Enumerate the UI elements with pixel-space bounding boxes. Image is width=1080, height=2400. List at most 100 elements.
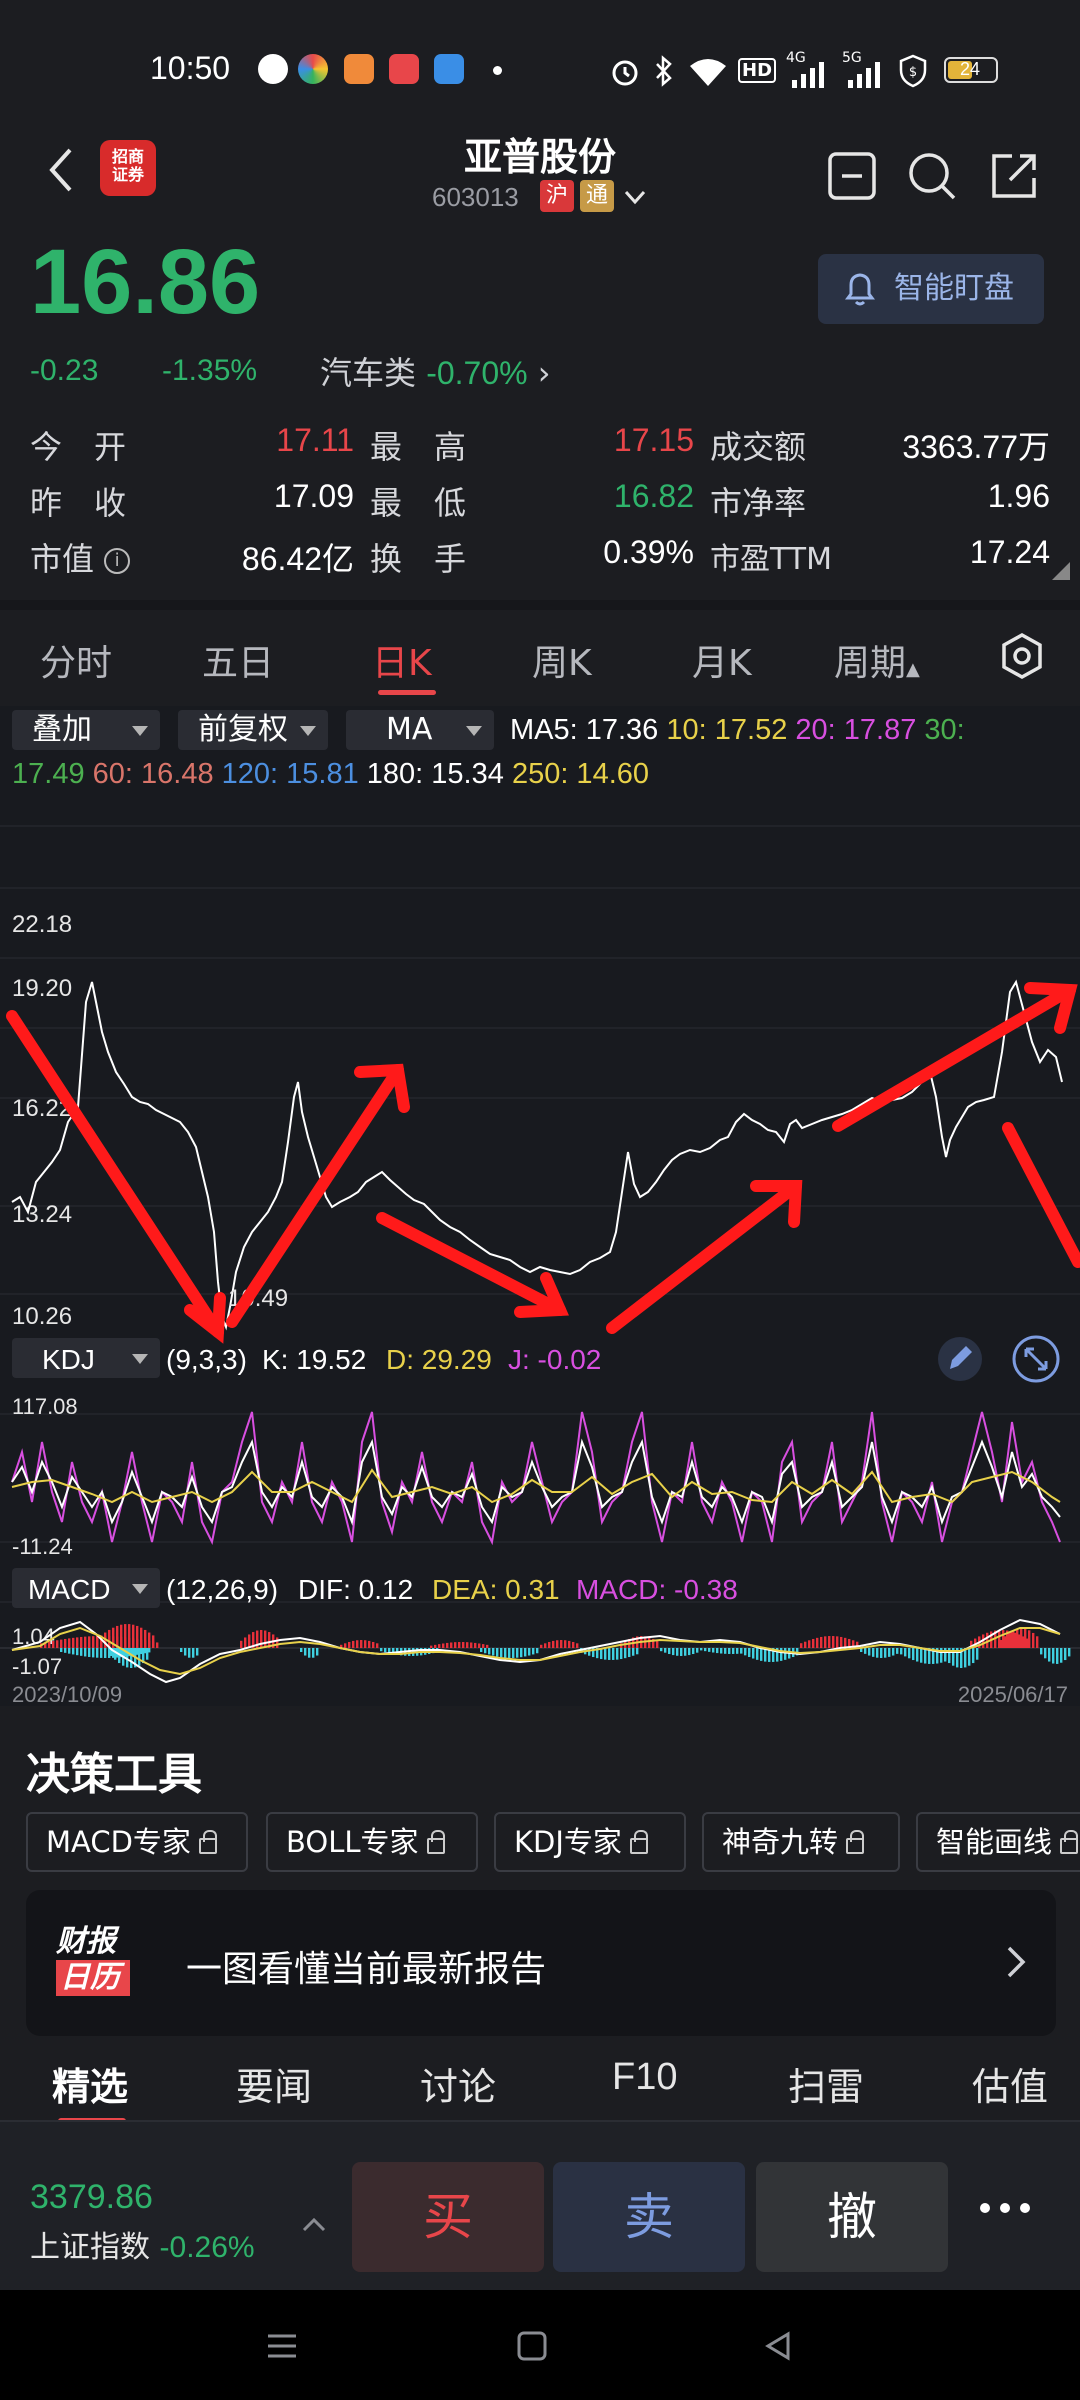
macd-bar xyxy=(52,1640,55,1648)
sell-button[interactable]: 卖 xyxy=(553,2162,745,2272)
macd-bar xyxy=(500,1648,503,1658)
macd-bar xyxy=(548,1641,551,1648)
expand-corner-icon[interactable] xyxy=(1052,562,1070,580)
macd-bar xyxy=(148,1632,151,1648)
tab-discussion[interactable]: 讨论 xyxy=(420,2056,496,2111)
tab-weekly-k[interactable]: 周K xyxy=(532,634,592,686)
macd-bar xyxy=(244,1637,247,1648)
macd-bar xyxy=(474,1642,477,1648)
price-axis-4: 13.24 xyxy=(12,1201,72,1228)
macd-bar xyxy=(60,1639,63,1648)
ma-dropdown[interactable]: MA xyxy=(346,710,494,750)
kline-chart-svg[interactable]: 22.18 19.20 16.22 13.24 10.26 10.49 KDJ … xyxy=(0,802,1080,1706)
recent-apps-icon[interactable] xyxy=(264,2328,300,2364)
signal-4g-icon xyxy=(792,62,824,88)
back-nav-icon[interactable] xyxy=(760,2328,796,2364)
macd-bar xyxy=(72,1648,75,1655)
macd-bar xyxy=(836,1636,839,1648)
tab-news[interactable]: 要闻 xyxy=(236,2056,312,2111)
macd-bar xyxy=(696,1648,699,1653)
tab-intraday[interactable]: 分时 xyxy=(40,634,112,686)
macd-bar xyxy=(920,1648,923,1663)
buy-button[interactable]: 买 xyxy=(352,2162,544,2272)
macd-bar xyxy=(864,1648,867,1654)
tool-kdj-expert[interactable]: KDJ专家 xyxy=(494,1812,686,1872)
smart-monitor-button[interactable]: 智能盯盘 xyxy=(818,254,1044,324)
macd-bar xyxy=(130,1648,133,1668)
macd-bar xyxy=(462,1642,465,1648)
macd-histogram xyxy=(40,1624,1071,1668)
macd-bar xyxy=(92,1636,95,1648)
lock-icon xyxy=(629,1830,648,1854)
sector-link[interactable]: 汽车类 -0.70% › xyxy=(320,348,551,394)
macd-bar xyxy=(712,1648,715,1653)
tool-boll-expert[interactable]: BOLL专家 xyxy=(266,1812,478,1872)
tab-daily-k[interactable]: 日K xyxy=(372,634,432,686)
macd-bar xyxy=(576,1643,579,1648)
toutiao-icon xyxy=(389,54,419,84)
chevron-down-icon[interactable] xyxy=(622,184,648,210)
macd-bar xyxy=(356,1640,359,1648)
macd-bar xyxy=(504,1648,507,1658)
tool-macd-expert[interactable]: MACD专家 xyxy=(26,1812,248,1872)
fullscreen-icon[interactable] xyxy=(1012,1335,1060,1383)
macd-bar xyxy=(908,1648,911,1659)
tool-magic-nine[interactable]: 神奇九转 xyxy=(702,1812,900,1872)
market-cap-label: 市值 i xyxy=(30,534,131,580)
tab-featured[interactable]: 精选 xyxy=(52,2056,128,2111)
overlay-dropdown[interactable]: 叠加 xyxy=(12,710,160,750)
tab-valuation[interactable]: 估值 xyxy=(972,2056,1048,2111)
macd-bar xyxy=(756,1648,759,1660)
macd-bar xyxy=(64,1638,67,1648)
macd-bar xyxy=(820,1636,823,1648)
tab-f10[interactable]: F10 xyxy=(612,2056,677,2099)
tab-period[interactable]: 周期▲ xyxy=(834,634,920,686)
macd-bar xyxy=(536,1648,539,1654)
price-axis-max: 22.18 xyxy=(12,911,72,938)
macd-bar xyxy=(832,1636,835,1648)
macd-bar xyxy=(648,1637,651,1648)
tab-five-day[interactable]: 五日 xyxy=(202,634,274,686)
tab-monthly-k[interactable]: 月K xyxy=(692,634,752,686)
macd-bar xyxy=(516,1648,519,1658)
info-icon[interactable]: i xyxy=(104,548,131,574)
macd-bar xyxy=(528,1648,531,1656)
macd-bar xyxy=(732,1648,735,1654)
macd-bar xyxy=(260,1630,263,1648)
macd-bar xyxy=(620,1648,623,1660)
home-icon[interactable] xyxy=(514,2328,550,2364)
macd-bar xyxy=(924,1648,927,1664)
search-icon[interactable] xyxy=(904,148,960,204)
share-icon[interactable] xyxy=(986,148,1042,204)
chevron-up-icon[interactable] xyxy=(300,2214,328,2234)
macd-bar xyxy=(624,1648,627,1659)
wifi-icon xyxy=(690,59,726,86)
macd-bar xyxy=(136,1625,139,1648)
app-icon xyxy=(344,54,374,84)
macd-bar xyxy=(146,1648,149,1660)
adjust-dropdown[interactable]: 前复权 xyxy=(178,710,328,750)
macd-bar xyxy=(1020,1628,1023,1648)
macd-bar xyxy=(1060,1648,1063,1663)
edit-icon[interactable] xyxy=(938,1337,982,1381)
earnings-report-banner[interactable]: 财报 日历 一图看懂当前最新报告 xyxy=(26,1890,1056,2036)
macd-bar xyxy=(1052,1648,1055,1664)
macd-bar xyxy=(1064,1648,1067,1661)
macd-bar xyxy=(972,1648,975,1664)
cancel-order-button[interactable]: 撤 xyxy=(756,2162,948,2272)
macd-bar xyxy=(892,1648,895,1656)
macd-bar xyxy=(692,1648,695,1655)
minimize-icon[interactable] xyxy=(824,148,880,204)
low-value: 16.82 xyxy=(613,478,694,514)
svg-text:$: $ xyxy=(909,65,917,80)
macd-params: (12,26,9) xyxy=(166,1574,278,1605)
macd-bar xyxy=(816,1637,819,1648)
settings-hex-icon[interactable] xyxy=(1000,632,1044,680)
tool-smart-draw[interactable]: 智能画线 xyxy=(916,1812,1080,1872)
index-summary[interactable]: 上证指数 -0.26% xyxy=(30,2222,255,2266)
lock-icon xyxy=(426,1830,445,1854)
connect-badge: 通 xyxy=(580,180,614,212)
more-icon[interactable] xyxy=(975,2198,1035,2218)
macd-bar xyxy=(612,1648,615,1660)
tab-risk-scan[interactable]: 扫雷 xyxy=(788,2056,864,2111)
